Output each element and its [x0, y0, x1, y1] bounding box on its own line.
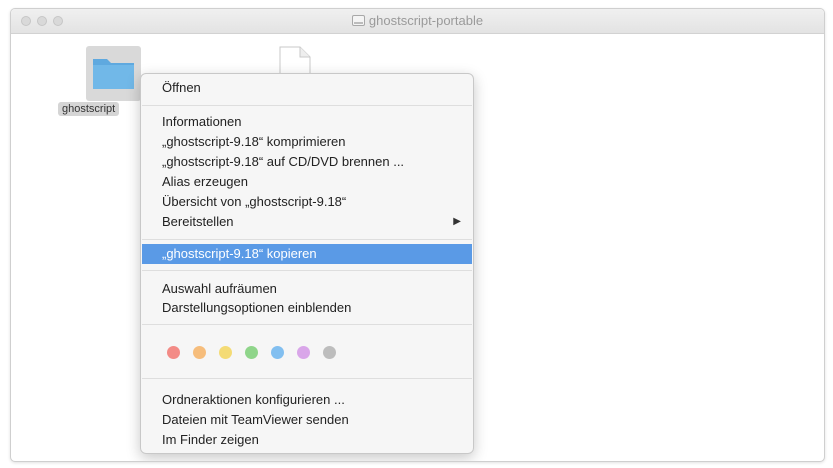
menu-item-open[interactable]: Öffnen — [141, 78, 473, 98]
menu-item-compress[interactable]: „ghostscript-9.18“ komprimieren — [141, 132, 473, 152]
tag-orange-dot[interactable] — [193, 346, 206, 359]
menu-item-view-options[interactable]: Darstellungsoptionen einblenden — [141, 298, 473, 318]
menu-item-quicklook[interactable]: Übersicht von „ghostscript-9.18“ — [141, 192, 473, 212]
menu-item-alias[interactable]: Alias erzeugen — [141, 172, 473, 192]
title-bar: ghostscript-portable — [11, 9, 824, 34]
folder-item[interactable] — [86, 46, 141, 101]
tag-green-dot[interactable] — [245, 346, 258, 359]
tag-purple-dot[interactable] — [297, 346, 310, 359]
menu-item-share-label: Bereitstellen — [162, 214, 234, 229]
menu-separator — [142, 324, 472, 325]
menu-item-folder-actions[interactable]: Ordneraktionen konfigurieren ... — [141, 390, 473, 410]
menu-item-info[interactable]: Informationen — [141, 112, 473, 132]
menu-separator — [142, 105, 472, 106]
menu-item-cleanup[interactable]: Auswahl aufräumen — [141, 279, 473, 299]
menu-separator — [142, 270, 472, 271]
menu-item-burn[interactable]: „ghostscript-9.18“ auf CD/DVD brennen ..… — [141, 152, 473, 172]
submenu-arrow-icon: ▶ — [453, 216, 461, 227]
tag-blue-dot[interactable] — [271, 346, 284, 359]
tag-yellow-dot[interactable] — [219, 346, 232, 359]
menu-item-show-in-finder[interactable]: Im Finder zeigen — [141, 430, 473, 450]
folder-label[interactable]: ghostscript — [58, 102, 120, 116]
menu-item-share[interactable]: Bereitstellen ▶ — [141, 212, 473, 232]
finder-window: ghostscript-portable ghostscript Öffnen … — [10, 8, 825, 462]
menu-item-teamviewer[interactable]: Dateien mit TeamViewer senden — [141, 410, 473, 430]
window-title: ghostscript-portable — [11, 13, 824, 28]
context-menu: Öffnen Informationen „ghostscript-9.18“ … — [140, 73, 474, 454]
disk-icon — [351, 15, 365, 26]
menu-separator — [142, 239, 472, 240]
folder-icon — [93, 59, 134, 89]
window-title-text: ghostscript-portable — [368, 13, 484, 28]
tag-red-dot[interactable] — [167, 346, 180, 359]
menu-item-copy[interactable]: „ghostscript-9.18“ kopieren — [142, 244, 472, 264]
tag-gray-dot[interactable] — [323, 346, 336, 359]
menu-separator — [142, 378, 472, 379]
